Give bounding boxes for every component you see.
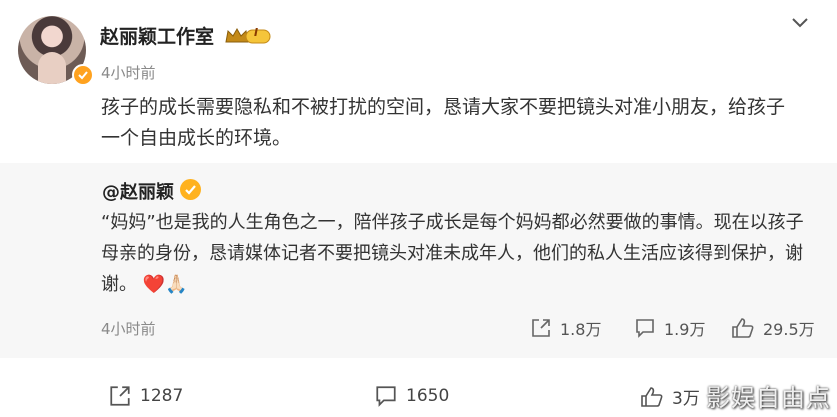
- repost-share-count: 1.8万: [560, 320, 602, 339]
- repost-comment-button[interactable]: 1.9万: [634, 316, 705, 340]
- comment-count: 1650: [406, 386, 450, 406]
- emoji: ❤️🙏🏻: [142, 274, 188, 295]
- original-text-body: “妈妈”也是我的人生角色之一，陪伴孩子成长是每个妈妈都必然要做的事情。现在以孩子…: [101, 212, 804, 295]
- share-icon: [532, 319, 550, 337]
- level-badge-label: I: [254, 26, 259, 39]
- chevron-down-icon[interactable]: [788, 10, 812, 34]
- share-count: 1287: [140, 386, 184, 406]
- like-button[interactable]: 3万: [640, 384, 700, 409]
- post-time: 4小时前: [101, 64, 156, 82]
- share-icon: [110, 386, 130, 406]
- post-text: 孩子的成长需要隐私和不被打扰的空间，恳请大家不要把镜头对准小朋友，给孩子一个自由…: [101, 96, 786, 149]
- thumbs-up-icon: [732, 318, 754, 338]
- repost-like-button[interactable]: 29.5万: [731, 316, 815, 340]
- share-button[interactable]: 1287: [108, 384, 183, 408]
- author-name[interactable]: 赵丽颖工作室: [100, 22, 214, 49]
- thumbs-up-icon: [641, 386, 663, 407]
- repost-like-count: 29.5万: [763, 320, 815, 339]
- crown-icon: I: [224, 26, 272, 50]
- repost-share-button[interactable]: 1.8万: [530, 316, 601, 340]
- original-author[interactable]: @赵丽颖: [102, 178, 174, 204]
- verified-badge-icon: [72, 64, 94, 86]
- watermark: 影娱自由点: [706, 384, 831, 412]
- like-count: 3万: [672, 389, 700, 409]
- repost-comment-count: 1.9万: [664, 320, 706, 339]
- comment-icon: [376, 386, 396, 407]
- comment-button[interactable]: 1650: [374, 384, 449, 408]
- original-text: “妈妈”也是我的人生角色之一，陪伴孩子成长是每个妈妈都必然要做的事情。现在以孩子…: [101, 207, 806, 300]
- verified-badge-icon: [180, 179, 201, 200]
- comment-icon: [636, 319, 654, 338]
- repost-time: 4小时前: [101, 320, 156, 338]
